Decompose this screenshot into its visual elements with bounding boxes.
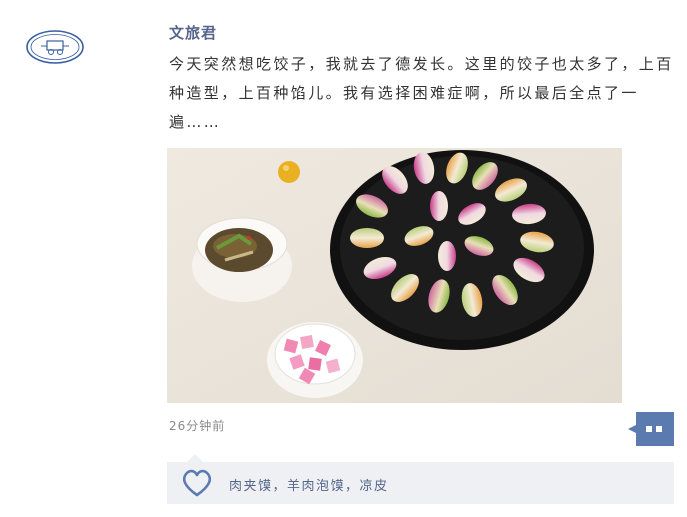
likes-names[interactable]: 肉夹馍，羊肉泡馍，凉皮 — [229, 475, 389, 494]
comment-bubble-icon — [628, 412, 674, 446]
post-timestamp: 26分钟前 — [169, 419, 226, 433]
dumplings-photo-image — [167, 148, 622, 403]
post-text: 今天突然想吃饺子，我就去了德发长。这里的饺子也太多了，上百种造型，上百种馅儿。我… — [169, 55, 674, 131]
heart-icon — [180, 468, 214, 498]
carriage-logo-icon — [26, 30, 84, 64]
likes-caret — [187, 454, 203, 462]
comment-button[interactable] — [628, 412, 674, 446]
author-name[interactable]: 文旅君 — [169, 22, 217, 43]
post-photo[interactable] — [167, 148, 622, 403]
avatar[interactable] — [25, 29, 85, 65]
